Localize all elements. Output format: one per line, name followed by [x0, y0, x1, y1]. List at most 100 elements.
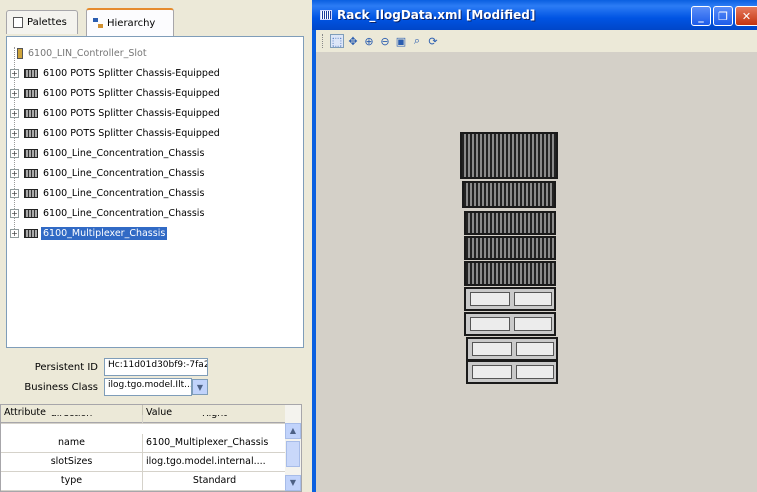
- multiplexer-shelf[interactable]: [464, 287, 556, 311]
- tree-node[interactable]: + 6100 POTS Splitter Chassis-Equipped: [7, 83, 222, 103]
- business-class-label: Business Class: [24, 381, 98, 393]
- rack-canvas[interactable]: [316, 52, 757, 492]
- line-concentration-shelf[interactable]: [464, 261, 556, 286]
- tree-node-label: 6100 POTS Splitter Chassis-Equipped: [43, 127, 220, 139]
- tree-node-label: 6100_Line_Concentration_Chassis: [43, 167, 205, 179]
- pan-icon[interactable]: ✥: [346, 34, 360, 48]
- attribute-cell: direction: [1, 415, 143, 423]
- persistent-id-field[interactable]: Hc:11d01d30bf9:-7fa2: [104, 358, 208, 376]
- scroll-thumb[interactable]: [286, 441, 300, 467]
- value-cell[interactable]: 6100_Multiplexer_Chassis: [143, 434, 287, 452]
- tree-node-label: 6100_Line_Concentration_Chassis: [43, 147, 205, 159]
- expand-icon[interactable]: +: [10, 68, 19, 78]
- chassis-icon: [24, 188, 38, 198]
- zoom-interactive-icon[interactable]: ⟳: [426, 34, 440, 48]
- attribute-table[interactable]: Attribute Value direction Right name 610…: [0, 404, 302, 492]
- chassis-icon: [24, 68, 38, 78]
- persistent-id-row: Persistent ID Hc:11d01d30bf9:-7fa2: [6, 358, 208, 376]
- chevron-down-icon[interactable]: ▼: [192, 379, 208, 395]
- table-row[interactable]: type Standard: [1, 472, 287, 491]
- hierarchy-icon: [93, 17, 103, 29]
- expand-icon[interactable]: +: [10, 168, 19, 178]
- palette-icon: [13, 17, 23, 28]
- table-row[interactable]: direction Right: [1, 415, 287, 424]
- chassis-icon: [24, 148, 38, 158]
- expand-icon[interactable]: +: [10, 228, 19, 238]
- table-row[interactable]: name 6100_Multiplexer_Chassis: [1, 434, 287, 453]
- tree-node[interactable]: + 6100_Line_Concentration_Chassis: [7, 163, 206, 183]
- editor-toolbar: ⬚ ✥ ⊕ ⊖ ▣ ⌕ ⟳: [316, 30, 757, 52]
- minimize-icon[interactable]: _: [691, 6, 711, 26]
- zoom-box-icon[interactable]: ⌕: [410, 34, 424, 48]
- expand-icon[interactable]: +: [10, 208, 19, 218]
- tree-node[interactable]: 6100_LIN_Controller_Slot: [7, 43, 149, 63]
- tree-node[interactable]: + 6100 POTS Splitter Chassis-Equipped: [7, 63, 222, 83]
- fit-to-view-icon[interactable]: ▣: [394, 34, 408, 48]
- attribute-cell: type: [1, 472, 143, 490]
- tree-node-label: 6100_Line_Concentration_Chassis: [43, 187, 205, 199]
- chassis-icon: [24, 168, 38, 178]
- expand-icon[interactable]: +: [10, 188, 19, 198]
- window-title: Rack_IlogData.xml [Modified]: [337, 8, 536, 22]
- expand-icon[interactable]: +: [10, 88, 19, 98]
- tree-node[interactable]: + 6100 POTS Splitter Chassis-Equipped: [7, 103, 222, 123]
- tab-hierarchy[interactable]: Hierarchy: [86, 8, 174, 36]
- value-cell[interactable]: Right: [143, 415, 287, 423]
- tree-node[interactable]: + 6100_Line_Concentration_Chassis: [7, 183, 206, 203]
- tree-node-label: 6100_Multiplexer_Chassis: [41, 226, 168, 240]
- multiplexer-shelf[interactable]: [464, 312, 556, 336]
- value-cell[interactable]: ilog.tgo.model.internal....: [143, 453, 287, 471]
- pots-splitter-shelf[interactable]: [460, 132, 558, 179]
- business-class-select[interactable]: ilog.tgo.model.Ilt... ▼: [104, 378, 208, 396]
- expand-icon[interactable]: +: [10, 148, 19, 158]
- title-bar[interactable]: Rack_IlogData.xml [Modified] _ ❐ ✕: [312, 0, 757, 30]
- multiplexer-shelf[interactable]: [466, 337, 558, 361]
- business-class-value: ilog.tgo.model.Ilt...: [104, 378, 192, 396]
- zoom-out-icon[interactable]: ⊖: [378, 34, 392, 48]
- tree-node-selected[interactable]: + 6100_Multiplexer_Chassis: [7, 223, 168, 243]
- pots-splitter-shelf[interactable]: [462, 181, 556, 208]
- tab-hierarchy-label: Hierarchy: [107, 17, 156, 29]
- attribute-cell: slotSizes: [1, 453, 143, 471]
- line-concentration-shelf[interactable]: [464, 211, 556, 235]
- chassis-icon: [24, 88, 38, 98]
- expand-icon[interactable]: +: [10, 128, 19, 138]
- tree-node-label: 6100 POTS Splitter Chassis-Equipped: [43, 67, 220, 79]
- expand-icon[interactable]: +: [10, 108, 19, 118]
- maximize-icon[interactable]: ❐: [713, 6, 733, 26]
- tree-node[interactable]: + 6100_Line_Concentration_Chassis: [7, 143, 206, 163]
- hierarchy-tree[interactable]: 6100_LIN_Controller_Slot + 6100 POTS Spl…: [6, 36, 304, 348]
- chassis-icon: [24, 208, 38, 218]
- scroll-up-icon[interactable]: ▲: [285, 423, 301, 439]
- select-icon[interactable]: ⬚: [330, 34, 344, 48]
- toolbar-grip[interactable]: [322, 34, 326, 48]
- multiplexer-shelf[interactable]: [466, 360, 558, 384]
- rack[interactable]: [460, 132, 558, 384]
- window-icon: [320, 10, 332, 20]
- chassis-icon: [24, 108, 38, 118]
- tree-node-label: 6100_Line_Concentration_Chassis: [43, 207, 205, 219]
- tree-node-label: 6100_LIN_Controller_Slot: [28, 47, 147, 59]
- tab-palettes[interactable]: Palettes: [6, 10, 78, 34]
- value-cell[interactable]: Standard: [143, 472, 287, 490]
- tree-node-label: 6100 POTS Splitter Chassis-Equipped: [43, 87, 220, 99]
- scroll-down-icon[interactable]: ▼: [285, 475, 301, 491]
- business-class-row: Business Class ilog.tgo.model.Ilt... ▼: [6, 378, 208, 396]
- tree-node-label: 6100 POTS Splitter Chassis-Equipped: [43, 107, 220, 119]
- table-row[interactable]: slotSizes ilog.tgo.model.internal....: [1, 453, 287, 472]
- hierarchy-panel: Palettes Hierarchy 6100_LIN_Controller_S…: [0, 0, 312, 492]
- slot-icon: [17, 47, 23, 59]
- panel-tabs: Palettes Hierarchy: [6, 8, 306, 36]
- editor-window: Rack_IlogData.xml [Modified] _ ❐ ✕ ⬚ ✥ ⊕…: [312, 0, 757, 492]
- chassis-icon: [24, 128, 38, 138]
- chassis-icon: [24, 228, 38, 238]
- zoom-in-icon[interactable]: ⊕: [362, 34, 376, 48]
- tree-node[interactable]: + 6100 POTS Splitter Chassis-Equipped: [7, 123, 222, 143]
- tab-palettes-label: Palettes: [27, 17, 67, 28]
- line-concentration-shelf[interactable]: [464, 236, 556, 260]
- tree-node[interactable]: + 6100_Line_Concentration_Chassis: [7, 203, 206, 223]
- close-icon[interactable]: ✕: [735, 6, 757, 26]
- attribute-cell: name: [1, 434, 143, 452]
- persistent-id-label: Persistent ID: [34, 361, 98, 373]
- table-scrollbar[interactable]: ▲ ▼: [285, 405, 301, 491]
